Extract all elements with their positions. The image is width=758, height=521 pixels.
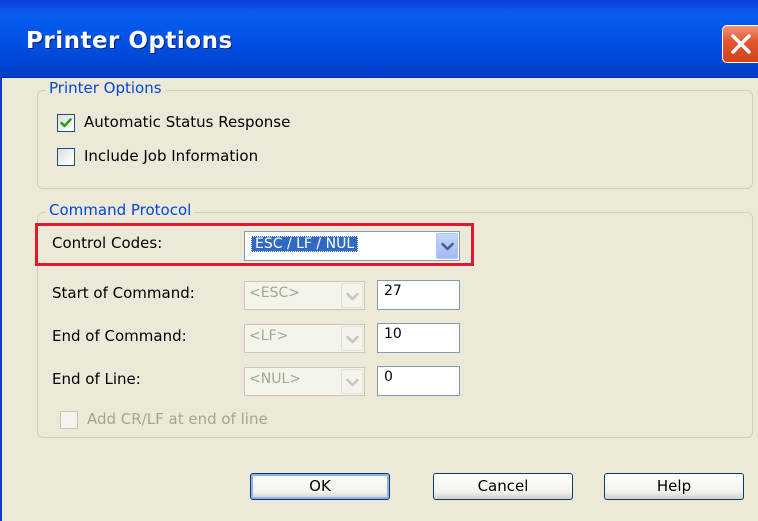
checkmark-icon bbox=[60, 118, 72, 128]
end-of-line-dropdown-button[interactable] bbox=[341, 369, 363, 394]
end-of-command-select-value: <LF> bbox=[249, 328, 289, 344]
help-button[interactable]: Help bbox=[604, 473, 744, 500]
cancel-button[interactable]: Cancel bbox=[433, 473, 573, 500]
end-of-line-select-value: <NUL> bbox=[249, 371, 301, 387]
end-of-command-code-input[interactable]: 10 bbox=[377, 323, 460, 353]
automatic-status-response-checkbox[interactable] bbox=[57, 114, 75, 132]
command-protocol-group-label: Command Protocol bbox=[46, 201, 195, 219]
title-bar: Printer Options bbox=[0, 0, 758, 78]
end-of-line-code-input[interactable]: 0 bbox=[377, 366, 460, 396]
include-job-information-checkbox[interactable] bbox=[57, 148, 75, 166]
start-of-command-code-input[interactable]: 27 bbox=[377, 280, 460, 310]
control-codes-select[interactable]: ESC / LF / NUL bbox=[244, 231, 460, 261]
end-of-command-dropdown-button[interactable] bbox=[341, 326, 363, 351]
end-of-command-label: End of Command: bbox=[52, 327, 187, 345]
dialog-body: Printer Options Automatic Status Respons… bbox=[0, 78, 758, 521]
close-x-icon bbox=[731, 34, 751, 54]
control-codes-label: Control Codes: bbox=[52, 234, 163, 252]
control-codes-value: ESC / LF / NUL bbox=[251, 236, 359, 252]
control-codes-dropdown-button[interactable] bbox=[436, 233, 458, 259]
end-of-command-select[interactable]: <LF> bbox=[244, 324, 365, 353]
chevron-down-icon bbox=[346, 335, 359, 344]
start-of-command-select-value: <ESC> bbox=[249, 285, 300, 301]
add-crlf-checkbox[interactable] bbox=[60, 411, 78, 429]
printer-options-group bbox=[37, 90, 753, 189]
chevron-down-icon bbox=[346, 292, 359, 301]
end-of-line-select[interactable]: <NUL> bbox=[244, 367, 365, 396]
include-job-information-label[interactable]: Include Job Information bbox=[84, 147, 258, 165]
start-of-command-dropdown-button[interactable] bbox=[341, 283, 363, 308]
chevron-down-icon bbox=[441, 242, 454, 251]
add-crlf-label: Add CR/LF at end of line bbox=[87, 410, 268, 428]
close-button[interactable] bbox=[722, 25, 758, 63]
start-of-command-label: Start of Command: bbox=[52, 284, 195, 302]
end-of-line-label: End of Line: bbox=[52, 370, 141, 388]
window-title: Printer Options bbox=[26, 28, 233, 54]
chevron-down-icon bbox=[346, 378, 359, 387]
ok-button[interactable]: OK bbox=[250, 473, 390, 500]
printer-options-group-label: Printer Options bbox=[46, 79, 165, 97]
automatic-status-response-label[interactable]: Automatic Status Response bbox=[84, 113, 290, 131]
start-of-command-select[interactable]: <ESC> bbox=[244, 281, 365, 310]
